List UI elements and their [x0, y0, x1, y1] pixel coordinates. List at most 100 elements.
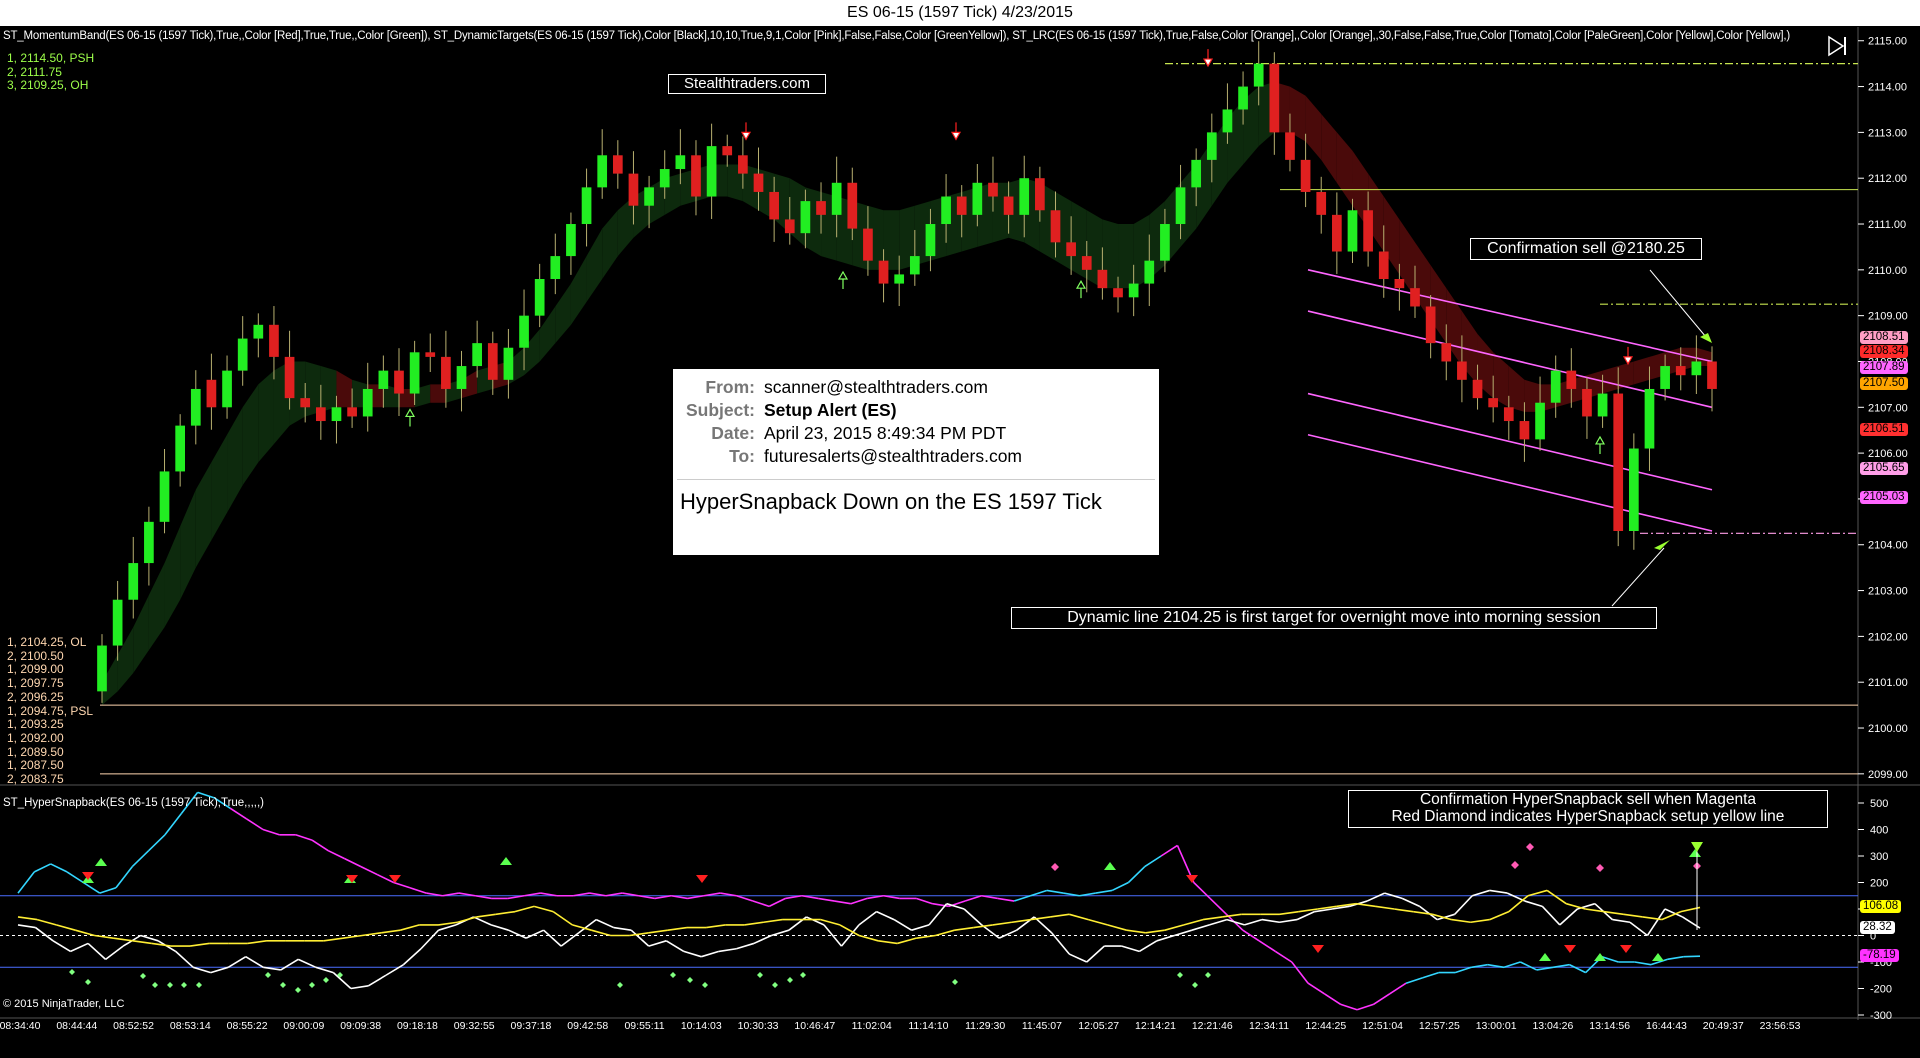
osc-momentum-line: [1667, 955, 1684, 961]
osc-white-line: [1559, 908, 1578, 926]
momentum-band-segment: [336, 370, 353, 408]
osc-white-line: [858, 911, 878, 926]
osc-momentum-line: [1569, 963, 1587, 974]
osc-yellow-line: [878, 940, 898, 945]
candle-body: [175, 425, 186, 472]
price-tick-label: 2106.00: [1868, 448, 1908, 460]
candle-body: [1113, 288, 1123, 298]
osc-momentum-line: [1144, 855, 1162, 868]
candle-body: [659, 169, 670, 188]
buy-arrow-icon: [1075, 279, 1087, 299]
buy-arrow-icon: [1594, 435, 1606, 454]
osc-yellow-line: [495, 910, 516, 916]
hypersnapback-parameters: ST_HyperSnapback(ES 06-15 (1597 Tick),Tr…: [3, 797, 264, 809]
osc-white-line: [70, 942, 89, 953]
osc-yellow-line: [381, 929, 401, 934]
osc-yellow-line: [1527, 889, 1548, 897]
candle-body: [1066, 242, 1076, 257]
momentum-band-segment: [211, 434, 228, 541]
candle-body: [1191, 159, 1202, 188]
time-tick-label: 13:14:56: [1589, 1020, 1630, 1032]
candle-body: [722, 146, 733, 156]
osc-momentum-line: [1127, 866, 1146, 884]
candle-body: [1566, 370, 1577, 389]
candle-body: [1175, 187, 1186, 225]
candle-body: [456, 366, 467, 389]
osc-yellow-line: [457, 916, 477, 924]
price-tick-label: 2109.00: [1868, 311, 1908, 323]
osc-white-line: [1051, 932, 1070, 955]
time-tick-label: 09:00:09: [283, 1020, 324, 1032]
osc-yellow-line: [323, 937, 344, 942]
candle-body: [1285, 132, 1295, 160]
candle-body: [1535, 402, 1545, 440]
confirmation-sell-label: Confirmation sell @2180.25: [1470, 238, 1702, 260]
osc-dot-icon: [1205, 972, 1211, 978]
osc-white-line: [508, 929, 527, 939]
osc-momentum-line: [1046, 889, 1064, 894]
osc-white-line: [771, 929, 790, 937]
candle-body: [1253, 63, 1264, 87]
osc-momentum-line: [50, 863, 68, 873]
candle-body: [988, 182, 998, 197]
candle-body: [331, 407, 342, 422]
candle-body: [534, 279, 545, 316]
osc-dot-icon: [196, 982, 202, 988]
time-tick-label: 16:44:43: [1646, 1020, 1687, 1032]
osc-white-line: [1296, 910, 1315, 921]
osc-yellow-line: [705, 924, 726, 929]
osc-white-line: [1156, 934, 1175, 942]
osc-white-line: [806, 916, 825, 926]
candle-body: [909, 256, 920, 275]
osc-white-line: [350, 985, 369, 990]
osc-tick-label: 400: [1870, 825, 1888, 837]
osc-yellow-line: [247, 940, 267, 945]
candle-body: [425, 352, 436, 357]
candle-body: [1238, 86, 1248, 110]
level-label-bottom: 2, 2096.25: [7, 689, 64, 704]
osc-white-line: [701, 950, 720, 958]
time-tick-label: 08:34:40: [0, 1020, 41, 1032]
candle-body: [128, 563, 139, 600]
osc-momentum-line: [1258, 940, 1276, 953]
osc-dot-icon: [952, 979, 958, 985]
hypersnap-note-line-1: Confirmation HyperSnapback sell when Mag…: [1419, 791, 1756, 808]
osc-momentum-line: [1111, 881, 1129, 892]
momentum-band-segment: [586, 228, 603, 302]
momentum-band-segment: [1321, 114, 1337, 183]
email-body: HyperSnapback Down on the ES 1597 Tick: [680, 489, 1102, 514]
osc-momentum-line: [295, 834, 313, 841]
osc-momentum-line: [834, 900, 851, 905]
time-tick-label: 20:49:37: [1703, 1020, 1744, 1032]
osc-white-line: [1068, 953, 1088, 963]
candle-body: [1675, 366, 1686, 376]
candle-body: [1691, 361, 1702, 376]
time-tick-label: 12:34:11: [1249, 1020, 1289, 1032]
osc-yellow-line: [1202, 916, 1223, 921]
osc-up-triangle-icon: [95, 858, 107, 866]
candle-body: [284, 356, 295, 399]
candle-body: [644, 187, 654, 206]
osc-dot-icon: [687, 977, 693, 983]
osc-yellow-line: [1374, 905, 1395, 910]
osc-tag: 28.32: [1860, 920, 1895, 934]
osc-white-line: [613, 926, 632, 931]
email-to-label: To:: [729, 446, 755, 466]
osc-momentum-line: [409, 887, 427, 894]
osc-diamond-icon: [1596, 864, 1604, 872]
time-tick-label: 11:14:10: [908, 1020, 948, 1032]
osc-yellow-line: [1107, 924, 1127, 931]
scroll-to-end-icon[interactable]: [1826, 35, 1848, 57]
candle-body: [159, 471, 170, 522]
osc-momentum-line: [311, 839, 329, 852]
time-tick-label: 12:21:46: [1192, 1020, 1233, 1032]
osc-white-line: [385, 963, 404, 976]
price-tag: 2106.51: [1860, 422, 1908, 436]
email-from-label: From:: [705, 377, 755, 397]
momentum-band-segment: [1118, 224, 1134, 289]
osc-yellow-line: [56, 924, 76, 931]
osc-white-line: [928, 903, 948, 926]
level-label-bottom: 1, 2087.50: [7, 758, 64, 773]
osc-momentum-line: [768, 897, 786, 908]
candle-body: [831, 182, 842, 215]
